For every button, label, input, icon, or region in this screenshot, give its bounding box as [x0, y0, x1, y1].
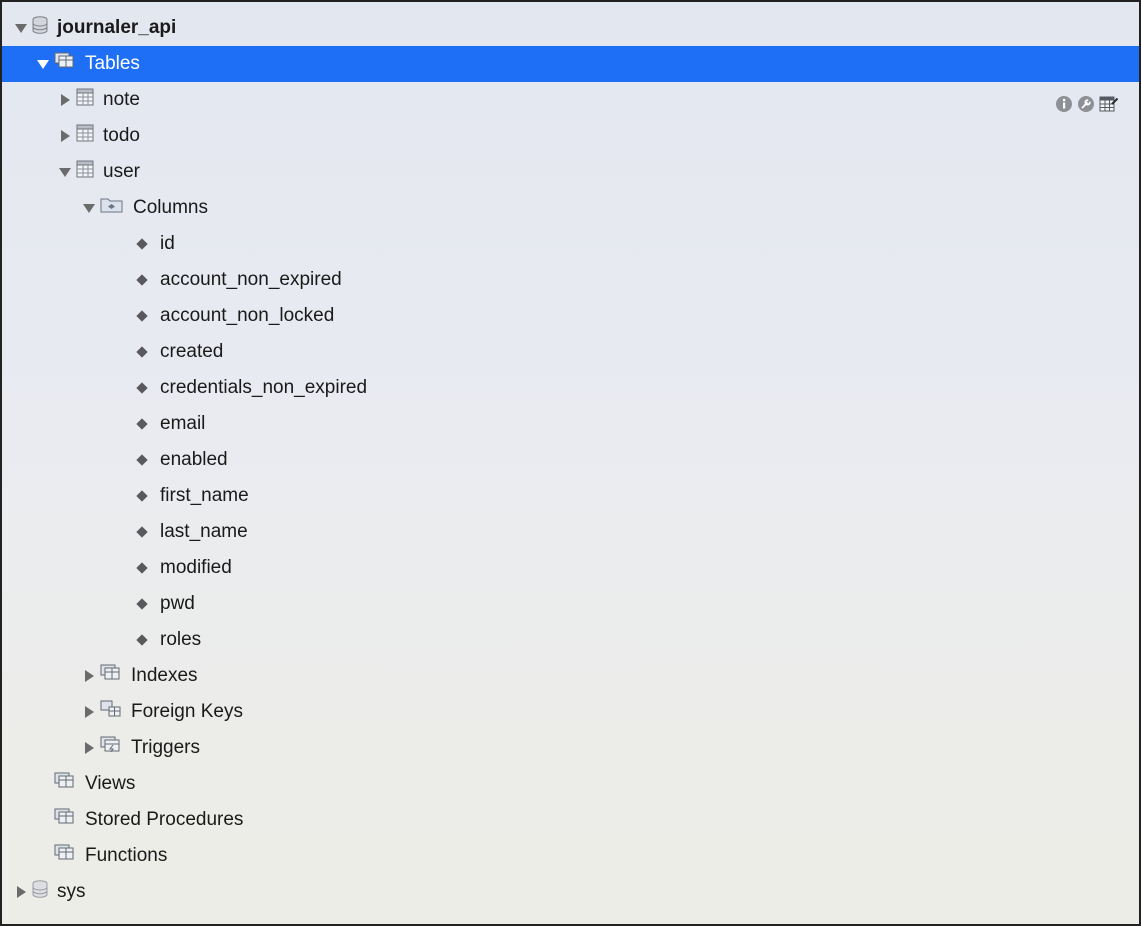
table-row-user[interactable]: user	[2, 154, 1139, 190]
columns-folder-icon	[100, 196, 124, 220]
column-name: id	[160, 233, 175, 254]
column-diamond-icon	[136, 382, 148, 394]
column-row[interactable]: enabled	[2, 442, 1139, 478]
indexes-group-label: Indexes	[131, 665, 198, 686]
table-edit-icon[interactable]	[1099, 95, 1119, 113]
expand-arrow-icon[interactable]	[14, 885, 28, 899]
table-row-note[interactable]: note	[2, 82, 1139, 118]
schema-row-journaler-api[interactable]: journaler_api	[2, 10, 1139, 46]
collapse-arrow-icon[interactable]	[36, 57, 50, 71]
expand-arrow-icon[interactable]	[82, 741, 96, 755]
database-icon	[32, 16, 48, 40]
column-row[interactable]: id	[2, 226, 1139, 262]
views-group-row[interactable]: Views	[2, 766, 1139, 802]
column-row[interactable]: modified	[2, 550, 1139, 586]
column-row[interactable]: account_non_expired	[2, 262, 1139, 298]
stored-procedures-group-row[interactable]: Stored Procedures	[2, 802, 1139, 838]
functions-folder-icon	[54, 844, 76, 868]
column-name: credentials_non_expired	[160, 377, 368, 398]
triggers-group-label: Triggers	[131, 737, 200, 758]
schema-navigator-panel: journaler_api Tables note todo user Colu…	[0, 0, 1141, 926]
foreign-keys-folder-icon	[100, 700, 122, 724]
wrench-icon[interactable]	[1077, 95, 1095, 113]
column-name: enabled	[160, 449, 228, 470]
column-name: first_name	[160, 485, 249, 506]
columns-group-label: Columns	[133, 197, 208, 218]
expand-arrow-icon[interactable]	[82, 669, 96, 683]
database-icon	[32, 880, 48, 904]
column-diamond-icon	[136, 634, 148, 646]
views-folder-icon	[54, 772, 76, 796]
column-row[interactable]: account_non_locked	[2, 298, 1139, 334]
column-row[interactable]: roles	[2, 622, 1139, 658]
column-diamond-icon	[136, 310, 148, 322]
expand-arrow-icon[interactable]	[58, 93, 72, 107]
table-icon	[76, 88, 94, 112]
column-diamond-icon	[136, 454, 148, 466]
table-icon	[76, 160, 94, 184]
table-row-todo[interactable]: todo	[2, 118, 1139, 154]
table-name: todo	[103, 125, 140, 146]
column-name: pwd	[160, 593, 195, 614]
schema-row-sys[interactable]: sys	[2, 874, 1139, 910]
column-diamond-icon	[136, 562, 148, 574]
indexes-folder-icon	[100, 664, 122, 688]
column-diamond-icon	[136, 526, 148, 538]
column-name: account_non_expired	[160, 269, 342, 290]
functions-group-row[interactable]: Functions	[2, 838, 1139, 874]
column-row[interactable]: credentials_non_expired	[2, 370, 1139, 406]
table-name: user	[103, 161, 140, 182]
collapse-arrow-icon[interactable]	[82, 201, 96, 215]
foreign-keys-group-label: Foreign Keys	[131, 701, 243, 722]
tables-group-label: Tables	[85, 53, 140, 74]
row-actions	[1055, 94, 1119, 114]
column-name: modified	[160, 557, 232, 578]
column-name: email	[160, 413, 206, 434]
column-name: created	[160, 341, 224, 362]
foreign-keys-group-row[interactable]: Foreign Keys	[2, 694, 1139, 730]
triggers-folder-icon	[100, 736, 122, 760]
triggers-group-row[interactable]: Triggers	[2, 730, 1139, 766]
column-name: account_non_locked	[160, 305, 335, 326]
column-diamond-icon	[136, 490, 148, 502]
column-row[interactable]: last_name	[2, 514, 1139, 550]
stored-procedures-group-label: Stored Procedures	[85, 809, 244, 830]
column-row[interactable]: pwd	[2, 586, 1139, 622]
column-diamond-icon	[136, 418, 148, 430]
column-name: last_name	[160, 521, 248, 542]
expand-arrow-icon[interactable]	[14, 21, 28, 35]
column-row[interactable]: created	[2, 334, 1139, 370]
column-diamond-icon	[136, 274, 148, 286]
column-diamond-icon	[136, 598, 148, 610]
column-diamond-icon	[136, 238, 148, 250]
tables-folder-icon	[54, 52, 76, 76]
functions-group-label: Functions	[85, 845, 168, 866]
table-icon	[76, 124, 94, 148]
views-group-label: Views	[85, 773, 136, 794]
column-diamond-icon	[136, 346, 148, 358]
columns-group-row[interactable]: Columns	[2, 190, 1139, 226]
schema-name: sys	[57, 881, 86, 902]
column-row[interactable]: first_name	[2, 478, 1139, 514]
tables-group-row[interactable]: Tables	[2, 46, 1139, 82]
schema-name: journaler_api	[57, 17, 177, 38]
column-row[interactable]: email	[2, 406, 1139, 442]
indexes-group-row[interactable]: Indexes	[2, 658, 1139, 694]
collapse-arrow-icon[interactable]	[58, 165, 72, 179]
table-name: note	[103, 89, 140, 110]
expand-arrow-icon[interactable]	[58, 129, 72, 143]
column-name: roles	[160, 629, 202, 650]
stored-procedures-folder-icon	[54, 808, 76, 832]
expand-arrow-icon[interactable]	[82, 705, 96, 719]
info-icon[interactable]	[1055, 95, 1073, 113]
